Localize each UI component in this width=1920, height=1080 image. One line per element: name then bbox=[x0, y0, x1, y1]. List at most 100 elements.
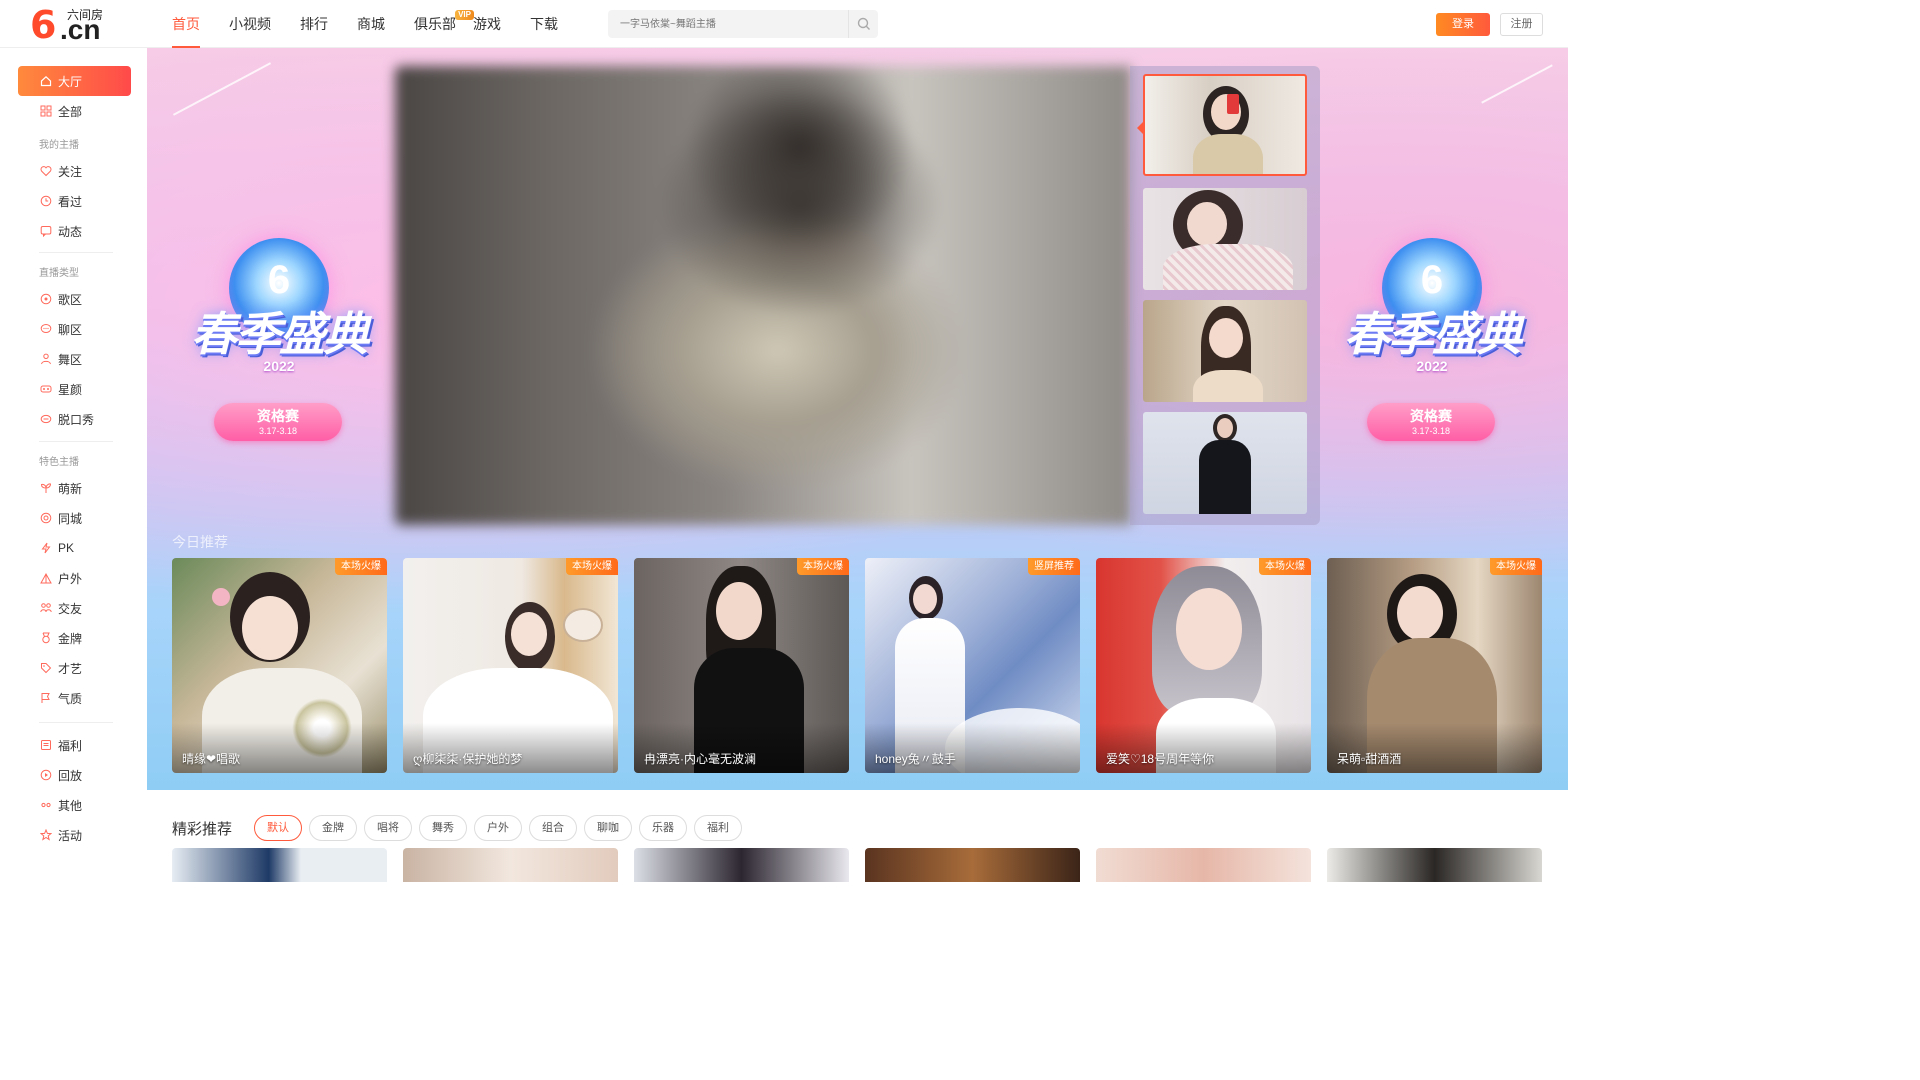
sidebar-divider bbox=[39, 252, 113, 253]
thumb-face bbox=[1187, 202, 1227, 246]
sidebar-item-songs[interactable]: 歌区 bbox=[18, 284, 131, 314]
chat-icon bbox=[40, 226, 52, 237]
sidebar-item-other[interactable]: 其他 bbox=[18, 790, 131, 820]
card-face bbox=[1397, 586, 1443, 640]
sidebar-item-local[interactable]: 同城 bbox=[18, 503, 131, 533]
sidebar-item-hall[interactable]: 大厅 bbox=[18, 66, 131, 96]
sidebar-item-follow[interactable]: 关注 bbox=[18, 156, 131, 186]
sidebar-item-events[interactable]: 活动 bbox=[18, 820, 131, 850]
event-crest-logo: 6 bbox=[267, 258, 291, 302]
featured-card[interactable] bbox=[634, 848, 849, 882]
filter-group[interactable]: 组合 bbox=[529, 815, 577, 841]
logo-cn: .cn bbox=[60, 14, 101, 45]
streamer-card[interactable]: 本场火爆 呆萌▫甜酒酒 bbox=[1327, 558, 1542, 773]
sidebar-label: 歌区 bbox=[58, 292, 83, 307]
live-thumbnail[interactable] bbox=[1143, 300, 1307, 402]
featured-card[interactable] bbox=[1096, 848, 1311, 882]
location-icon bbox=[40, 512, 52, 524]
login-button[interactable]: 登录 bbox=[1436, 13, 1490, 36]
sidebar-item-history[interactable]: 看过 bbox=[18, 186, 131, 216]
sidebar-item-replay[interactable]: 回放 bbox=[18, 760, 131, 790]
top-header: 6 六间房 .cn 首页 小视频 排行 商城 俱乐部 VIP 游戏 下载 登录 … bbox=[0, 0, 1568, 48]
filter-singer[interactable]: 唱将 bbox=[364, 815, 412, 841]
nav-mall[interactable]: 商城 bbox=[357, 0, 385, 48]
card-name: 爱笑♡18号周年等你 bbox=[1106, 752, 1215, 766]
sidebar-item-newbie[interactable]: 萌新 bbox=[18, 473, 131, 503]
card-face bbox=[913, 584, 937, 614]
register-button[interactable]: 注册 bbox=[1500, 13, 1543, 36]
nav-short-video[interactable]: 小视频 bbox=[229, 0, 271, 48]
event-title: 春季盛典 bbox=[191, 307, 369, 361]
sidebar-item-social[interactable]: 交友 bbox=[18, 593, 131, 623]
filter-chat[interactable]: 聊咖 bbox=[584, 815, 632, 841]
featured-card[interactable] bbox=[865, 848, 1080, 882]
live-thumbnail[interactable] bbox=[1143, 74, 1307, 176]
featured-card[interactable] bbox=[1327, 848, 1542, 882]
filter-default[interactable]: 默认 bbox=[254, 815, 302, 841]
sidebar-label: 金牌 bbox=[58, 631, 83, 646]
thumb-face bbox=[1209, 318, 1243, 358]
search-box bbox=[608, 10, 878, 38]
site-logo[interactable]: 6 六间房 .cn bbox=[30, 3, 110, 47]
filter-gold[interactable]: 金牌 bbox=[309, 815, 357, 841]
sidebar-item-pk[interactable]: PK bbox=[18, 533, 131, 563]
sidebar-label: 同城 bbox=[58, 511, 83, 526]
featured-card[interactable] bbox=[403, 848, 618, 882]
tag-icon bbox=[41, 663, 52, 674]
sidebar-label: 气质 bbox=[58, 691, 83, 706]
streamer-card[interactable]: 本场火爆 晴缘❤唱歌 bbox=[172, 558, 387, 773]
card-face bbox=[716, 582, 762, 640]
streamer-card[interactable]: 本场火爆 爱笑♡18号周年等你 bbox=[1096, 558, 1311, 773]
nav-club[interactable]: 俱乐部 VIP bbox=[414, 0, 474, 48]
event-badge-left[interactable]: 6 春季盛典 2022 资格赛 3.17-3.18 bbox=[169, 238, 389, 468]
streamer-card[interactable]: 本场火爆 ღ柳柒柒·保护她的梦 bbox=[403, 558, 618, 773]
search-input[interactable] bbox=[608, 10, 848, 38]
person-icon bbox=[41, 353, 51, 365]
sidebar-item-all[interactable]: 全部 bbox=[18, 96, 131, 126]
sidebar-item-dance[interactable]: 舞区 bbox=[18, 344, 131, 374]
search-button[interactable] bbox=[848, 10, 878, 38]
sidebar-item-talkshow[interactable]: 脱口秀 bbox=[18, 404, 131, 434]
sidebar-item-gold[interactable]: 金牌 bbox=[18, 623, 131, 653]
sidebar-section-type: 直播类型 bbox=[39, 268, 79, 279]
event-dates: 3.17-3.18 bbox=[258, 426, 298, 436]
sidebar-label: 福利 bbox=[58, 738, 83, 753]
sidebar-item-welfare[interactable]: 福利 bbox=[18, 730, 131, 760]
event-stage-pill: 资格赛 3.17-3.18 bbox=[1367, 403, 1495, 441]
live-thumbnail[interactable] bbox=[1143, 412, 1307, 514]
streamer-card[interactable]: 本场火爆 冉漂亮·内心毫无波澜 bbox=[634, 558, 849, 773]
users-icon bbox=[40, 603, 52, 613]
nav-home[interactable]: 首页 bbox=[172, 0, 200, 48]
filter-dance[interactable]: 舞秀 bbox=[419, 815, 467, 841]
sidebar-item-outdoor[interactable]: 户外 bbox=[18, 563, 131, 593]
live-thumbnail-list bbox=[1130, 66, 1320, 525]
sidebar-item-moments[interactable]: 动态 bbox=[18, 216, 131, 246]
filter-welfare[interactable]: 福利 bbox=[694, 815, 742, 841]
sidebar-item-temperament[interactable]: 气质 bbox=[18, 683, 131, 713]
logo-six: 6 bbox=[30, 3, 57, 47]
streamer-card[interactable]: 竖屏推荐 honey兔〃鼓手 bbox=[865, 558, 1080, 773]
event-stage-pill: 资格赛 3.17-3.18 bbox=[214, 403, 342, 441]
live-thumbnail[interactable] bbox=[1143, 188, 1307, 290]
sprout-icon bbox=[40, 483, 52, 493]
sidebar-label: 星颜 bbox=[58, 382, 83, 397]
sidebar-item-talent[interactable]: 才艺 bbox=[18, 653, 131, 683]
nav-download[interactable]: 下载 bbox=[530, 0, 558, 48]
mic-icon bbox=[40, 414, 52, 424]
card-badge: 本场火爆 bbox=[797, 558, 849, 575]
sidebar-divider bbox=[39, 722, 113, 723]
sidebar-label: 看过 bbox=[58, 194, 83, 209]
event-badge-right[interactable]: 6 春季盛典 2022 资格赛 3.17-3.18 bbox=[1322, 238, 1542, 468]
filter-instrument[interactable]: 乐器 bbox=[639, 815, 687, 841]
featured-card[interactable] bbox=[172, 848, 387, 882]
filter-outdoor[interactable]: 户外 bbox=[474, 815, 522, 841]
nav-ranking[interactable]: 排行 bbox=[300, 0, 328, 48]
sidebar-item-beauty[interactable]: 星颜 bbox=[18, 374, 131, 404]
live-player[interactable] bbox=[395, 66, 1131, 525]
card-badge: 本场火爆 bbox=[335, 558, 387, 575]
sidebar-label: 其他 bbox=[58, 798, 83, 813]
heart-icon bbox=[40, 166, 52, 177]
sidebar-item-talk[interactable]: 聊区 bbox=[18, 314, 131, 344]
nav-games[interactable]: 游戏 bbox=[473, 0, 501, 48]
event-dates: 3.17-3.18 bbox=[1411, 426, 1451, 436]
